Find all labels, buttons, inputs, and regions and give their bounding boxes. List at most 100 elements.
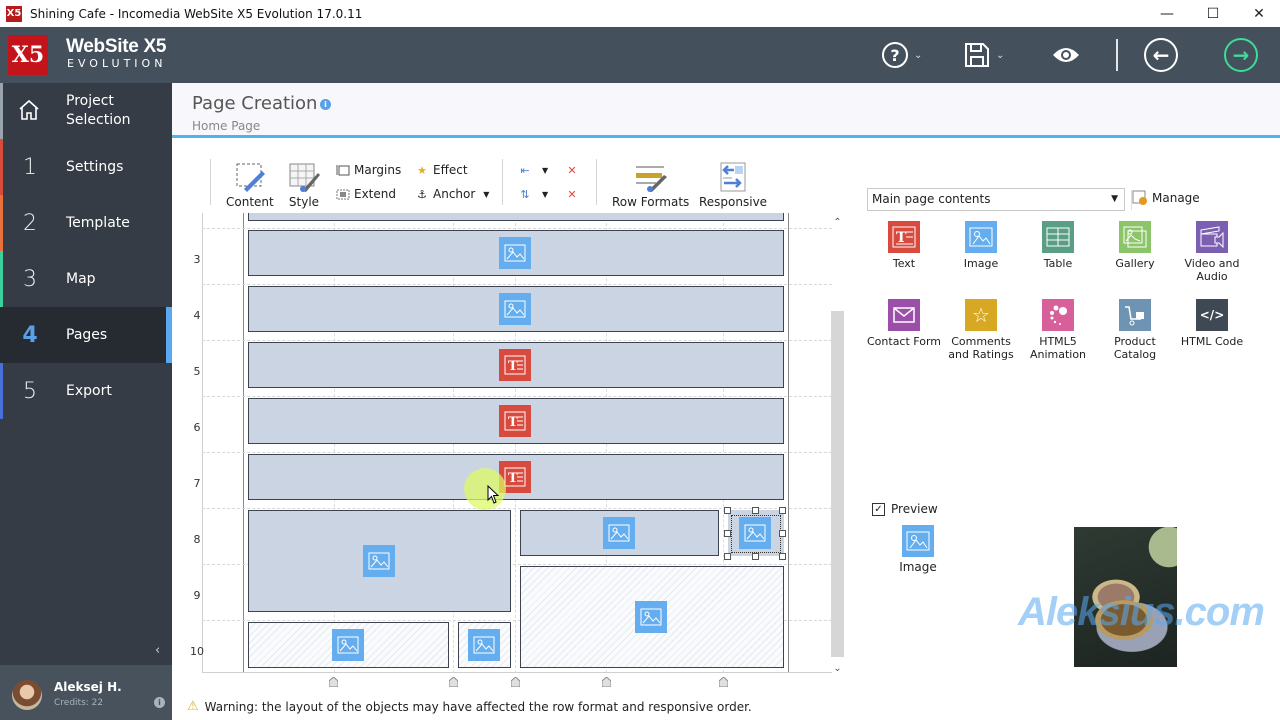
delete-column-button[interactable]: ✕: [565, 163, 579, 177]
resize-handle[interactable]: [752, 553, 759, 560]
image-object[interactable]: [332, 629, 364, 661]
next-button[interactable]: →: [1224, 35, 1258, 75]
object-tile-video-audio[interactable]: Video and Audio: [1175, 221, 1249, 283]
resize-handle[interactable]: [779, 530, 786, 537]
image-object-icon: [965, 221, 997, 253]
effect-button[interactable]: ★ Effect: [415, 163, 467, 177]
object-category-select[interactable]: Main page contents ▼: [867, 188, 1125, 211]
object-tile-html-code[interactable]: </> HTML Code: [1175, 299, 1249, 348]
image-object[interactable]: [468, 629, 500, 661]
scroll-up-icon[interactable]: ⌃: [829, 215, 846, 231]
sidebar-item-settings[interactable]: 1 Settings: [0, 139, 172, 195]
content-button[interactable]: Content: [226, 159, 274, 209]
object-tile-label: Product Catalog: [1113, 335, 1157, 361]
help-button[interactable]: ? ⌄: [882, 35, 922, 75]
maximize-button[interactable]: ☐: [1190, 0, 1236, 27]
object-tile-html5-animation[interactable]: HTML5 Animation: [1021, 299, 1095, 361]
responsive-button[interactable]: Responsive: [699, 159, 767, 209]
object-tile-gallery[interactable]: Gallery: [1098, 221, 1172, 270]
object-tile-image[interactable]: Image: [944, 221, 1018, 270]
resize-handle[interactable]: [724, 530, 731, 537]
vertical-scrollbar[interactable]: ⌃ ⌄: [829, 213, 846, 677]
object-tile-text[interactable]: T Text: [867, 221, 941, 270]
column-marker[interactable]: [329, 677, 338, 687]
chevron-down-icon: ▼: [542, 189, 549, 199]
column-marker[interactable]: [511, 677, 520, 687]
resize-handle[interactable]: [724, 507, 731, 514]
sidebar-item-project-selection[interactable]: Project Selection: [0, 83, 172, 139]
object-tile-label: Comments and Ratings: [948, 335, 1014, 361]
minimize-button[interactable]: —: [1144, 0, 1190, 27]
preview-button[interactable]: [1052, 35, 1080, 75]
watermark: Aleksius.com: [1018, 590, 1265, 634]
object-tile-comments-ratings[interactable]: ☆ Comments and Ratings: [944, 299, 1018, 361]
logo-title: WebSite X5: [66, 36, 167, 57]
window-title: Shining Cafe - Incomedia WebSite X5 Evol…: [30, 6, 363, 21]
page-header: Page Creation i Home Page: [172, 83, 1280, 138]
image-object[interactable]: [499, 293, 531, 325]
page-title: Page Creation: [192, 93, 318, 114]
extend-button[interactable]: Extend: [336, 187, 396, 201]
object-tile-label: HTML5 Animation: [1029, 335, 1087, 361]
collapse-sidebar-button[interactable]: ‹: [155, 643, 160, 658]
page-layout-grid[interactable]: 3 4 5 6 7 8 9 10 T T T: [172, 213, 832, 673]
info-icon[interactable]: i: [154, 697, 165, 708]
text-object[interactable]: T: [499, 349, 531, 381]
selected-object-label: Image: [899, 560, 937, 574]
scrollbar-thumb[interactable]: [831, 311, 844, 657]
anchor-button[interactable]: ⚓ Anchor ▼: [415, 187, 489, 201]
column-marker[interactable]: [602, 677, 611, 687]
chevron-down-icon: ⌄: [996, 49, 1005, 61]
close-button[interactable]: ✕: [1236, 0, 1280, 27]
insert-column-button[interactable]: ⇤ ▼: [518, 163, 548, 177]
column-marker[interactable]: [449, 677, 458, 687]
grid-cell[interactable]: [248, 213, 784, 221]
save-button[interactable]: ⌄: [964, 35, 1004, 75]
object-tile-product-catalog[interactable]: Product Catalog: [1098, 299, 1172, 361]
sidebar-item-export[interactable]: 5 Export: [0, 363, 172, 419]
style-button[interactable]: Style: [288, 159, 320, 209]
resize-handle[interactable]: [779, 507, 786, 514]
cart-icon: [1119, 299, 1151, 331]
resize-handle[interactable]: [724, 553, 731, 560]
scroll-down-icon[interactable]: ⌄: [829, 661, 846, 677]
delete-row-button[interactable]: ✕: [565, 187, 579, 201]
sidebar-item-pages[interactable]: 4 Pages: [0, 307, 172, 363]
title-bar: X5 Shining Cafe - Incomedia WebSite X5 E…: [0, 0, 1280, 27]
image-object[interactable]: [499, 237, 531, 269]
image-object[interactable]: [603, 517, 635, 549]
sidebar-item-template[interactable]: 2 Template: [0, 195, 172, 251]
row-number: 4: [193, 309, 201, 322]
back-button[interactable]: ←: [1144, 35, 1178, 75]
row-formats-icon: [635, 166, 667, 192]
toolbar: Content Style Margins Extend ★ Effect ⚓ …: [172, 141, 852, 213]
object-tile-label: HTML Code: [1180, 335, 1244, 348]
manage-button[interactable]: Manage: [1132, 190, 1200, 206]
image-object-selected[interactable]: [739, 517, 771, 549]
info-icon[interactable]: i: [320, 99, 331, 110]
row-number: 7: [193, 477, 201, 490]
object-tile-table[interactable]: Table: [1021, 221, 1095, 270]
insert-row-button[interactable]: ⇅ ▼: [518, 187, 548, 201]
text-object[interactable]: T: [499, 405, 531, 437]
extend-icon: [336, 187, 350, 201]
column-marker[interactable]: [719, 677, 728, 687]
delete-column-icon: ✕: [567, 163, 577, 177]
stripe: [0, 195, 3, 251]
header-divider: [1116, 39, 1118, 71]
resize-handle[interactable]: [752, 507, 759, 514]
sidebar-item-map[interactable]: 3 Map: [0, 251, 172, 307]
image-object[interactable]: [363, 545, 395, 577]
image-object[interactable]: [635, 601, 667, 633]
row-number: 3: [193, 253, 201, 266]
object-tile-contact-form[interactable]: Contact Form: [867, 299, 941, 348]
row-guide: [202, 508, 832, 509]
style-brush-icon: [289, 163, 320, 192]
envelope-icon: [888, 299, 920, 331]
preview-checkbox[interactable]: ✓ Preview: [872, 502, 938, 516]
resize-handle[interactable]: [779, 553, 786, 560]
margins-button[interactable]: Margins: [336, 163, 401, 177]
logo-subtitle: EVOLUTION: [67, 57, 167, 70]
row-number: 5: [193, 365, 201, 378]
row-formats-button[interactable]: Row Formats: [612, 159, 689, 209]
